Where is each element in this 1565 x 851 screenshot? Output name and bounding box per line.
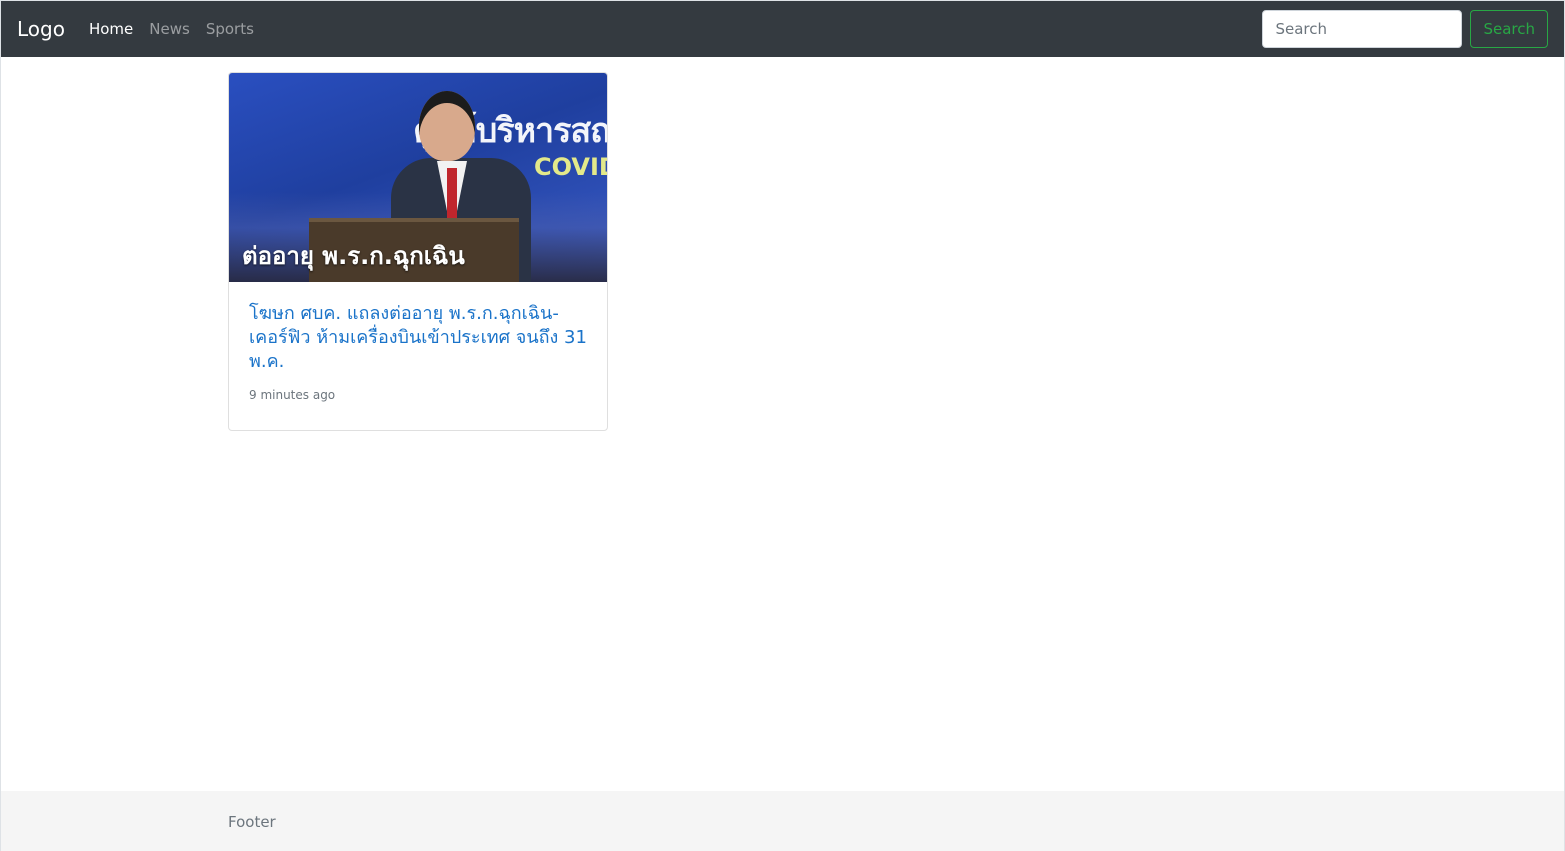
image-overlay-text: ต่ออายุ พ.ร.ก.ฉุกเฉิน [242, 242, 465, 270]
search-input[interactable] [1262, 10, 1463, 48]
search-form: Search [1262, 10, 1548, 48]
news-card-image[interactable]: ศูนย์บริหารสถ COVID ต่ออายุ พ.ร.ก.ฉุกเฉิ… [229, 73, 607, 282]
nav-link-home[interactable]: Home [89, 20, 133, 38]
image-speaker-tie [447, 168, 457, 218]
nav-link-news[interactable]: News [149, 20, 190, 38]
image-speaker-head [419, 91, 475, 161]
news-card-timestamp: 9 minutes ago [249, 388, 336, 402]
brand-logo[interactable]: Logo [17, 17, 65, 41]
news-card-title[interactable]: โฆษก ศบค. แถลงต่ออายุ พ.ร.ก.ฉุกเฉิน-เคอร… [249, 302, 587, 374]
news-card[interactable]: ศูนย์บริหารสถ COVID ต่ออายุ พ.ร.ก.ฉุกเฉิ… [228, 72, 608, 431]
news-card-body: โฆษก ศบค. แถลงต่ออายุ พ.ร.ก.ฉุกเฉิน-เคอร… [229, 282, 607, 422]
nav-links: Home News Sports [89, 20, 270, 38]
search-button[interactable]: Search [1470, 10, 1548, 48]
footer-text: Footer [228, 813, 276, 831]
nav-link-sports[interactable]: Sports [206, 20, 254, 38]
image-banner-sub: COVID [534, 153, 607, 181]
top-navbar: Logo Home News Sports Search [1, 1, 1564, 57]
page-footer: Footer [1, 791, 1564, 851]
page-frame: Logo Home News Sports Search ศูนย์บริหาร… [0, 0, 1565, 851]
